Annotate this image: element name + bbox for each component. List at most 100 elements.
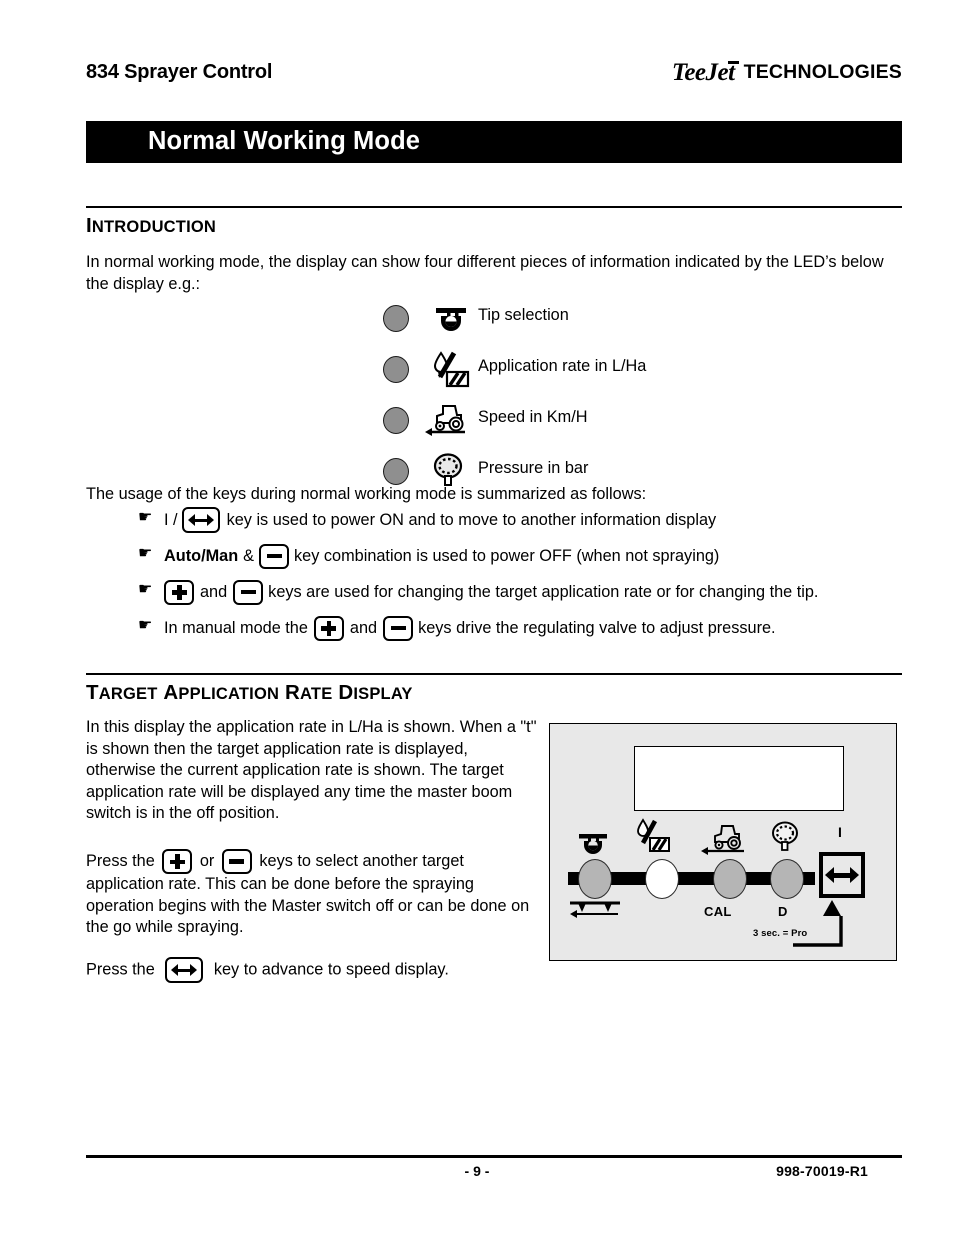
- droplet-field-icon: [634, 818, 676, 856]
- document-title: 834 Sprayer Control: [86, 61, 273, 83]
- paragraph-conjunction: or: [199, 851, 215, 870]
- teejet-logo: TeeJet: [671, 59, 739, 86]
- led-label: Tip selection: [478, 306, 569, 324]
- footer-document-code: 998-70019-R1: [776, 1163, 868, 1179]
- plus-key[interactable]: [313, 615, 344, 641]
- minus-icon: [240, 589, 256, 595]
- bullet-text: key combination is used to power OFF (wh…: [294, 546, 720, 565]
- key-usage-bullets: ☛ I / key is used to power ON and to mov…: [86, 507, 916, 651]
- bullet-conjunction: and: [349, 618, 378, 637]
- heading-rest: ATE: [300, 685, 333, 703]
- led-indicator-dot: [383, 407, 409, 434]
- application-rate-led: [645, 859, 679, 899]
- led-row-application-rate: Application rate in L/Ha: [383, 349, 853, 400]
- droplet-field-icon: [428, 349, 474, 391]
- target-paragraph-2: Press the or keys to select another targ…: [86, 849, 546, 939]
- chapter-title-bar: Normal Working Mode: [86, 121, 902, 163]
- speed-led: [713, 859, 747, 899]
- led-row-speed: Speed in Km/H: [383, 400, 853, 451]
- paragraph-text: key to advance to speed display.: [213, 960, 449, 979]
- led-row-tip: Tip selection: [383, 298, 853, 349]
- led-label: Speed in Km/H: [478, 408, 588, 426]
- led-indicator-dot: [383, 356, 409, 383]
- bullet-text: keys are used for changing the target ap…: [268, 582, 819, 601]
- heading-cap: R: [285, 681, 301, 704]
- left-right-arrow-icon: [187, 514, 214, 526]
- led-indicator-dot: [383, 305, 409, 332]
- bullet-power-off: ☛ Auto/Man & key combination is used to …: [86, 543, 916, 579]
- manual-page: 834 Sprayer Control TeeJet TECHNOLOGIES …: [0, 0, 954, 1235]
- bullet-marker-icon: ☛: [138, 617, 153, 634]
- heading-rest: ARGET: [98, 685, 158, 703]
- bullet-conjunction: and: [200, 582, 228, 601]
- auto-man-label: Auto/Man: [164, 546, 239, 565]
- minus-icon: [390, 625, 406, 631]
- panel-label-cal: CAL: [704, 904, 732, 919]
- tip-led: [578, 859, 612, 899]
- boom-width-icon: [568, 899, 622, 925]
- brand-lockup: TeeJet TECHNOLOGIES: [671, 58, 902, 86]
- chapter-title: Normal Working Mode: [148, 126, 421, 155]
- panel-display-screen: [634, 746, 844, 811]
- pressure-led: [770, 859, 804, 899]
- bullet-power-on: ☛ I / key is used to power ON and to mov…: [86, 507, 916, 543]
- minus-icon: [266, 553, 282, 559]
- minus-key[interactable]: [221, 849, 252, 874]
- introduction-divider: [86, 206, 902, 208]
- plus-key[interactable]: [162, 849, 193, 874]
- minus-key[interactable]: [259, 543, 290, 569]
- led-indicator-list: Tip selection Application rate in L/Ha S…: [383, 298, 853, 502]
- nozzle-tip-icon: [428, 298, 474, 340]
- panel-label-d: D: [778, 904, 788, 919]
- introduction-paragraph: In normal working mode, the display can …: [86, 253, 884, 293]
- led-label: Pressure in bar: [478, 459, 589, 477]
- footer-divider: [86, 1155, 902, 1158]
- bullet-change-rate: ☛ and keys are used for changing the tar…: [86, 579, 916, 615]
- bullet-marker-icon: ☛: [138, 581, 153, 598]
- introduction-heading-rest: NTRODUCTION: [91, 218, 217, 236]
- bullet-text: keys drive the regulating valve to adjus…: [418, 618, 776, 637]
- plus-key[interactable]: [164, 579, 194, 605]
- bullet-marker-icon: ☛: [138, 509, 153, 526]
- plus-icon: [171, 584, 187, 600]
- paragraph-prefix: Press the: [86, 960, 155, 979]
- pressure-gauge-icon: [766, 820, 808, 858]
- panel-callout-arrow: [793, 900, 848, 948]
- led-label: Application rate in L/Ha: [478, 357, 647, 375]
- tractor-speed-icon: [423, 400, 469, 442]
- left-right-arrow-key[interactable]: [165, 957, 204, 983]
- introduction-heading: INTRODUCTION: [86, 214, 216, 238]
- plus-icon: [321, 620, 337, 636]
- control-panel-diagram: CAL D 3 sec. = Pro I: [549, 723, 897, 961]
- target-paragraph-1: In this display the application rate in …: [86, 718, 537, 822]
- keys-intro-paragraph: The usage of the keys during normal work…: [86, 485, 647, 503]
- left-right-arrow-icon: [825, 867, 859, 883]
- heading-cap: A: [163, 681, 179, 704]
- heading-cap: D: [338, 681, 354, 704]
- minus-icon: [229, 859, 245, 864]
- tractor-speed-icon: [698, 822, 750, 860]
- bullet-prefix: In manual mode the: [164, 618, 308, 637]
- heading-cap: T: [86, 681, 99, 704]
- led-indicator-dot: [383, 458, 409, 485]
- heading-rest: PPLICATION: [178, 685, 280, 703]
- plus-icon: [169, 854, 185, 869]
- left-right-arrow-icon: [171, 964, 198, 976]
- target-section-heading: TARGET APPLICATION RATE DISPLAY: [86, 681, 413, 705]
- minus-key[interactable]: [233, 579, 264, 605]
- brand-technologies-text: TECHNOLOGIES: [743, 60, 902, 83]
- bullet-ampersand: &: [243, 546, 255, 565]
- minus-key[interactable]: [383, 615, 414, 641]
- bullet-manual-mode: ☛ In manual mode the and keys drive the …: [86, 615, 916, 651]
- target-paragraph-3: Press the key to advance to speed displa…: [86, 957, 546, 983]
- panel-label-i: I: [838, 824, 842, 840]
- heading-rest: ISPLAY: [353, 685, 413, 703]
- bullet-prefix: I /: [164, 510, 178, 529]
- panel-left-right-arrow-key[interactable]: [819, 852, 865, 898]
- page-header: 834 Sprayer Control TeeJet TECHNOLOGIES: [86, 58, 902, 94]
- left-right-arrow-key[interactable]: [181, 507, 220, 533]
- paragraph-prefix: Press the: [86, 851, 155, 870]
- bullet-text: key is used to power ON and to move to a…: [226, 510, 717, 529]
- target-section-divider: [86, 673, 902, 675]
- bullet-marker-icon: ☛: [138, 545, 153, 562]
